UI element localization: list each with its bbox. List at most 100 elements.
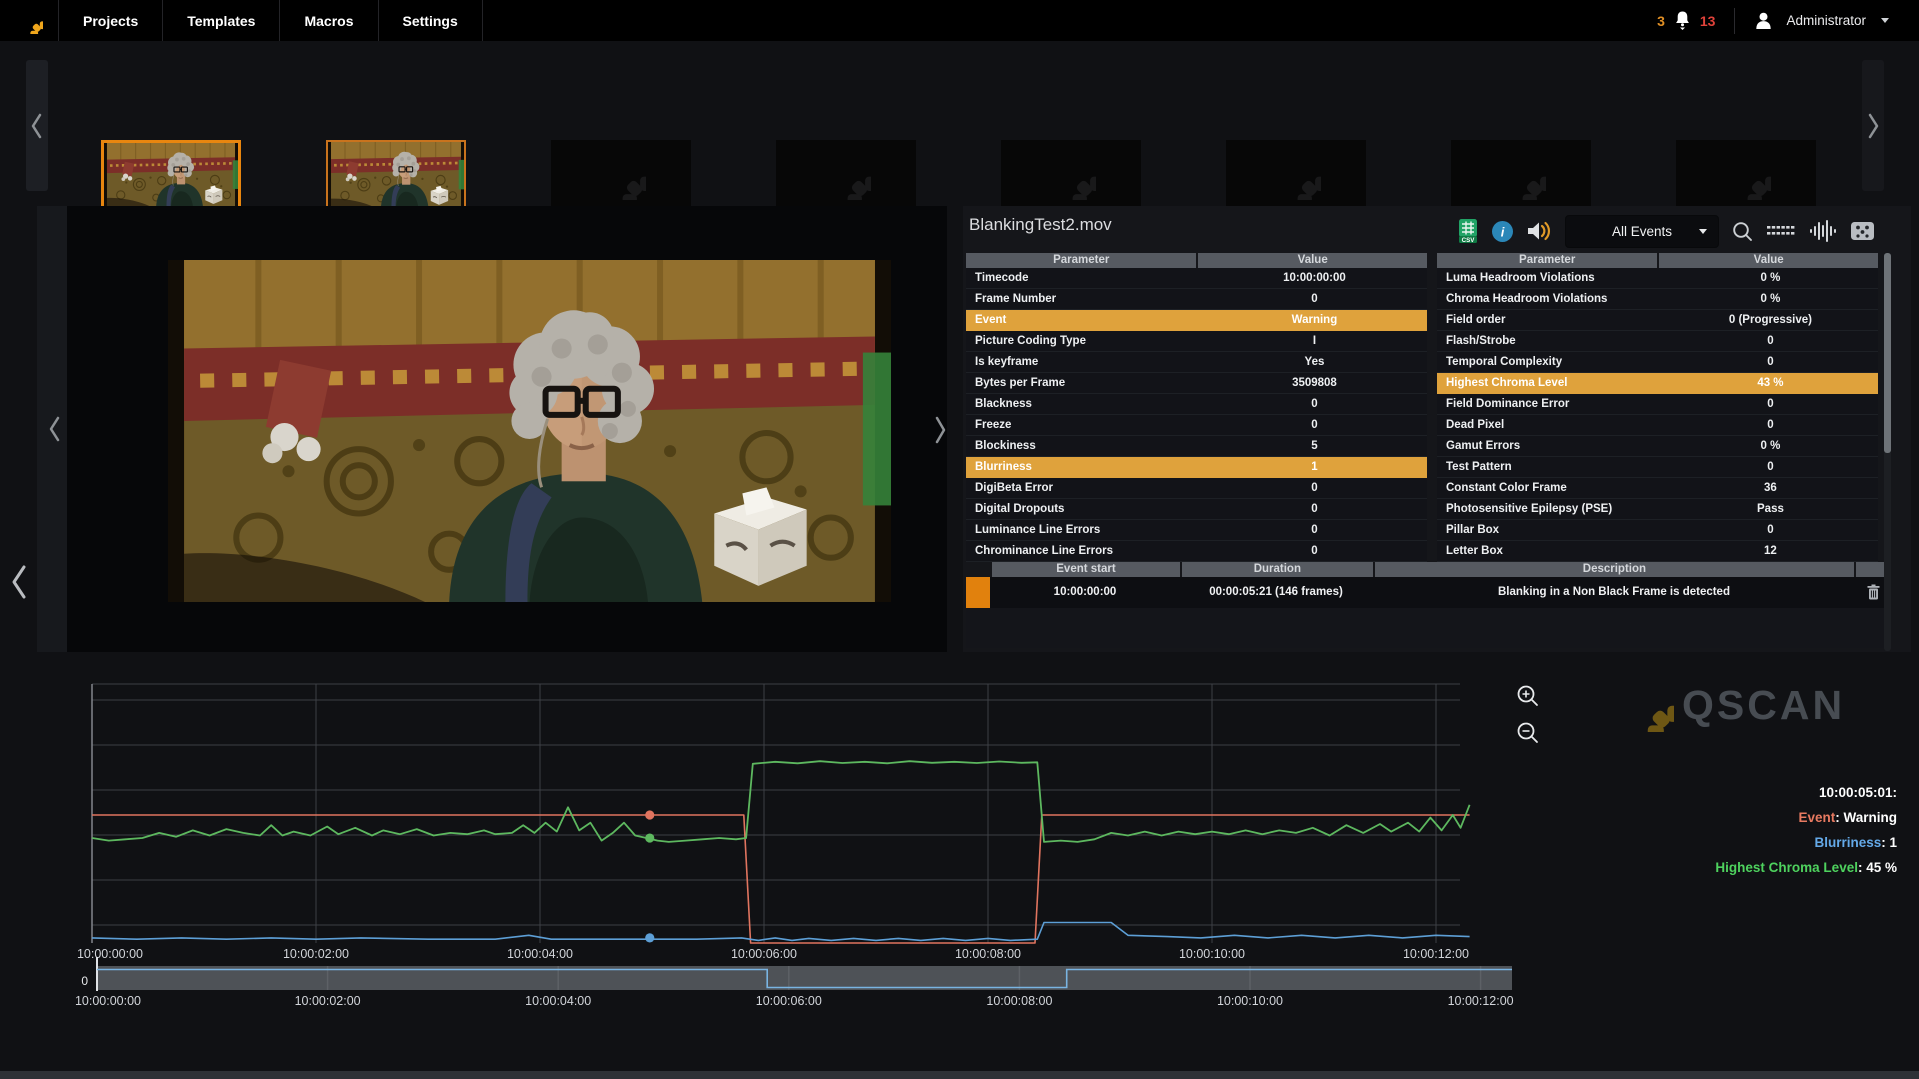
param-row[interactable]: Luma Headroom Violations0 % <box>1437 268 1878 289</box>
chevron-down-icon <box>1699 229 1707 234</box>
flower-watermark-icon <box>1496 150 1546 200</box>
filmstrip-thumbnail-6[interactable] <box>1226 140 1366 210</box>
timeline-ticks-icon[interactable] <box>1766 224 1796 238</box>
timeline-navigator[interactable]: 010:00:00:0010:00:02:0010:00:04:0010:00:… <box>60 952 1540 1010</box>
qscan-app: ProjectsTemplatesMacrosSettings 3 13 Adm… <box>0 0 1919 1079</box>
filmstrip-thumbnail-3[interactable] <box>551 140 691 210</box>
events-table-header: Event start Duration Description <box>966 562 1891 577</box>
scrollbar-thumb[interactable] <box>1884 253 1891 453</box>
param-row[interactable]: Chrominance Line Errors0 <box>966 541 1427 562</box>
svg-text:10:00:06:00: 10:00:06:00 <box>756 994 822 1008</box>
param-value: Pass <box>1663 499 1878 519</box>
filmstrip-thumbnail-7[interactable] <box>1451 140 1591 210</box>
nav-item-macros[interactable]: Macros <box>280 0 378 41</box>
zoom-in-button[interactable] <box>1514 682 1542 710</box>
param-row[interactable]: Letter Box12 <box>1437 541 1878 562</box>
inspector-toolbar: CSV i All Events <box>1457 212 1875 250</box>
param-value: 12 <box>1663 541 1878 561</box>
param-name: Temporal Complexity <box>1437 352 1663 372</box>
info-icon[interactable]: i <box>1491 220 1514 243</box>
param-row[interactable]: Constant Color Frame36 <box>1437 478 1878 499</box>
nav-item-templates[interactable]: Templates <box>163 0 280 41</box>
param-row[interactable]: Luminance Line Errors0 <box>966 520 1427 541</box>
chart-readout: 10:00:05:01: Event: WarningBlurriness: 1… <box>1715 780 1897 880</box>
param-name: DigiBeta Error <box>966 478 1202 498</box>
param-row[interactable]: Blurriness1 <box>966 457 1427 478</box>
param-row[interactable]: Timecode10:00:00:00 <box>966 268 1427 289</box>
waveform-icon[interactable] <box>1808 219 1838 243</box>
events-filter-select[interactable]: All Events <box>1565 215 1719 248</box>
zoom-out-button[interactable] <box>1514 719 1542 747</box>
param-row[interactable]: Blockiness5 <box>966 436 1427 457</box>
param-row[interactable]: Pillar Box0 <box>1437 520 1878 541</box>
param-value: 3509808 <box>1202 373 1427 393</box>
param-row[interactable]: Freeze0 <box>966 415 1427 436</box>
param-row[interactable]: EventWarning <box>966 310 1427 331</box>
param-name: Gamut Errors <box>1437 436 1663 456</box>
param-value: I <box>1202 331 1427 351</box>
audio-icon[interactable] <box>1526 219 1553 243</box>
param-row[interactable]: Is keyframeYes <box>966 352 1427 373</box>
flower-watermark-icon <box>1271 150 1321 200</box>
trash-icon <box>1867 584 1880 600</box>
param-row[interactable]: Field order0 (Progressive) <box>1437 310 1878 331</box>
event-start: 10:00:00:00 <box>990 577 1180 608</box>
param-row[interactable]: Dead Pixel0 <box>1437 415 1878 436</box>
param-name: Digital Dropouts <box>966 499 1202 519</box>
top-nav-bar: ProjectsTemplatesMacrosSettings 3 13 Adm… <box>0 0 1919 41</box>
header-value: Value <box>1659 253 1878 268</box>
param-row[interactable]: DigiBeta Error0 <box>966 478 1427 499</box>
svg-text:10:00:02:00: 10:00:02:00 <box>295 994 361 1008</box>
bell-icon[interactable] <box>1674 10 1691 31</box>
param-value: 0 (Progressive) <box>1663 310 1878 330</box>
param-row[interactable]: Highest Chroma Level43 % <box>1437 373 1878 394</box>
user-avatar-icon[interactable] <box>1754 11 1773 30</box>
param-value: 0 % <box>1663 289 1878 309</box>
filmstrip-thumbnail-1[interactable] <box>101 140 241 210</box>
csv-export-icon[interactable]: CSV <box>1457 218 1479 244</box>
param-row[interactable]: Blackness0 <box>966 394 1427 415</box>
filmstrip-thumbnail-5[interactable] <box>1001 140 1141 210</box>
filmstrip-prev-button[interactable] <box>26 60 48 191</box>
collapse-panel-button[interactable] <box>4 558 34 606</box>
param-name: Picture Coding Type <box>966 331 1202 351</box>
event-row[interactable]: 10:00:00:0000:00:05:21 (146 frames)Blank… <box>966 577 1891 608</box>
grain-icon[interactable] <box>1850 221 1875 241</box>
param-value: 1 <box>1202 457 1427 477</box>
user-menu-label[interactable]: Administrator <box>1786 13 1866 28</box>
horizontal-scrollbar[interactable] <box>0 1071 1919 1079</box>
search-icon[interactable] <box>1731 220 1754 243</box>
param-row[interactable]: Photosensitive Epilepsy (PSE)Pass <box>1437 499 1878 520</box>
param-row[interactable]: Bytes per Frame3509808 <box>966 373 1427 394</box>
event-description: Blanking in a Non Black Frame is detecte… <box>1372 577 1856 608</box>
chevron-left-icon <box>47 413 63 445</box>
readout-value: : 1 <box>1881 835 1897 850</box>
filmstrip-thumbnail-2[interactable] <box>326 140 466 210</box>
readout-label: Blurriness <box>1814 835 1881 850</box>
param-row[interactable]: Field Dominance Error0 <box>1437 394 1878 415</box>
inspector-scrollbar[interactable] <box>1884 253 1891 651</box>
filmstrip-thumbnail-8[interactable] <box>1676 140 1816 210</box>
param-row[interactable]: Test Pattern0 <box>1437 457 1878 478</box>
param-name: Blackness <box>966 394 1202 414</box>
nav-item-settings[interactable]: Settings <box>379 0 483 41</box>
parameters-table-right: ParameterValueLuma Headroom Violations0 … <box>1437 253 1878 562</box>
app-logo[interactable] <box>0 0 59 41</box>
filmstrip-thumbnail-4[interactable] <box>776 140 916 210</box>
param-name: Luminance Line Errors <box>966 520 1202 540</box>
param-row[interactable]: Flash/Strobe0 <box>1437 331 1878 352</box>
param-row[interactable]: Digital Dropouts0 <box>966 499 1427 520</box>
event-duration: 00:00:05:21 (146 frames) <box>1180 577 1372 608</box>
param-name: Highest Chroma Level <box>1437 373 1663 393</box>
param-value: 5 <box>1202 436 1427 456</box>
param-row[interactable]: Picture Coding TypeI <box>966 331 1427 352</box>
param-row[interactable]: Chroma Headroom Violations0 % <box>1437 289 1878 310</box>
nav-item-projects[interactable]: Projects <box>59 0 163 41</box>
param-row[interactable]: Gamut Errors0 % <box>1437 436 1878 457</box>
svg-text:10:00:12:00: 10:00:12:00 <box>1448 994 1514 1008</box>
player-next-frame-button[interactable] <box>925 408 955 452</box>
param-row[interactable]: Temporal Complexity0 <box>1437 352 1878 373</box>
param-value: 0 <box>1663 415 1878 435</box>
filmstrip-next-button[interactable] <box>1862 60 1884 191</box>
param-row[interactable]: Frame Number0 <box>966 289 1427 310</box>
